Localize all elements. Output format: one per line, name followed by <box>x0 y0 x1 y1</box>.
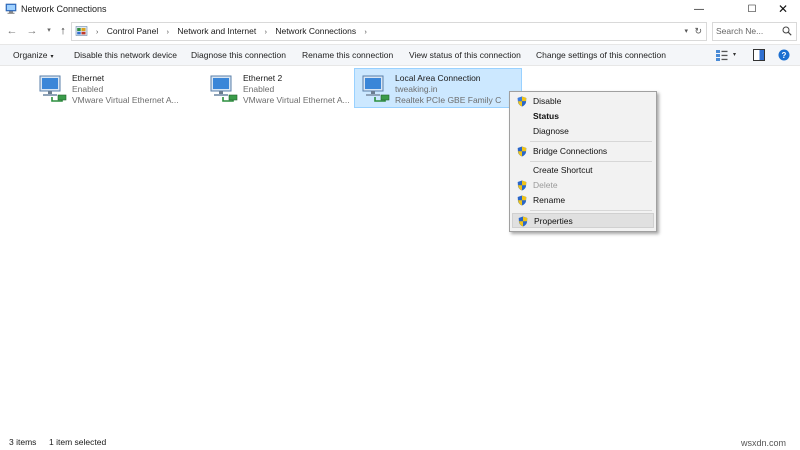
menu-item-label: Disable <box>533 96 562 106</box>
preview-pane-icon[interactable] <box>752 48 766 62</box>
connection-item-ethernet[interactable]: Ethernet Enabled VMware Virtual Ethernet… <box>32 69 192 107</box>
minimize-button[interactable]: — <box>682 0 716 19</box>
organize-label: Organize <box>13 50 48 60</box>
breadcrumb-network-connections[interactable]: Network Connections <box>275 23 356 40</box>
organize-chevron-down-icon: ▾ <box>50 54 54 60</box>
item-count: 3 items <box>9 437 37 447</box>
help-icon[interactable]: ? <box>778 48 790 62</box>
menu-item-disable[interactable]: Disable <box>512 94 654 109</box>
breadcrumb-separator-icon[interactable]: › <box>265 24 267 41</box>
menu-separator <box>530 210 652 211</box>
search-input[interactable] <box>716 24 778 37</box>
up-arrow-icon[interactable]: ↑ <box>56 24 70 38</box>
address-dropdown-chevron-icon[interactable]: ▾ <box>684 23 688 40</box>
watermark: wsxdn.com <box>741 438 787 448</box>
connection-name: Ethernet <box>72 73 105 83</box>
svg-text:?: ? <box>782 51 787 60</box>
connections-list: Ethernet Enabled VMware Virtual Ethernet… <box>0 64 800 434</box>
menu-item-diagnose[interactable]: Diagnose <box>512 124 654 139</box>
navigation-bar: ← → ▾ ↑ › Control Panel › Network and In… <box>0 19 800 43</box>
search-box[interactable] <box>712 22 797 41</box>
menu-separator <box>530 161 652 162</box>
connection-device: Realtek PCIe GBE Family C <box>395 95 502 105</box>
command-bar: Organize ▾ Disable this network device Di… <box>0 44 800 66</box>
connection-status: Enabled <box>243 84 275 94</box>
connection-item-ethernet-2[interactable]: Ethernet 2 Enabled VMware Virtual Ethern… <box>203 69 363 107</box>
network-adapter-icon <box>39 75 67 102</box>
status-bar: 3 items 1 item selected <box>0 434 800 450</box>
uac-shield-icon <box>518 216 528 227</box>
connection-status: Enabled <box>72 84 104 94</box>
uac-shield-icon <box>517 180 527 191</box>
close-button[interactable]: ✕ <box>766 0 800 19</box>
menu-item-label: Diagnose <box>533 126 569 136</box>
network-adapter-icon <box>362 75 390 102</box>
connection-name: Local Area Connection <box>395 73 481 83</box>
network-adapter-icon <box>210 75 238 102</box>
view-status-button[interactable]: View status of this connection <box>409 45 521 65</box>
maximize-button[interactable]: ☐ <box>735 0 769 19</box>
change-view-icon[interactable] <box>715 48 729 62</box>
uac-shield-icon <box>517 96 527 107</box>
menu-item-label: Bridge Connections <box>533 146 608 156</box>
breadcrumb-network-and-internet[interactable]: Network and Internet <box>177 23 256 40</box>
connection-device: VMware Virtual Ethernet A... <box>243 95 350 105</box>
recent-locations-chevron-icon[interactable]: ▾ <box>42 24 56 38</box>
change-settings-button[interactable]: Change settings of this connection <box>536 45 666 65</box>
context-menu: Disable Status Diagnose Bridge Connectio… <box>509 91 657 232</box>
breadcrumb-separator-icon: › <box>96 29 99 36</box>
breadcrumb-separator-icon[interactable]: › <box>167 24 169 41</box>
diagnose-button[interactable]: Diagnose this connection <box>191 45 286 65</box>
window-title: Network Connections <box>21 4 107 14</box>
forward-arrow-icon[interactable]: → <box>25 24 39 38</box>
menu-item-status[interactable]: Status <box>512 109 654 124</box>
menu-item-properties[interactable]: Properties <box>512 213 654 228</box>
selection-count: 1 item selected <box>49 437 107 447</box>
network-connections-app-icon <box>5 3 17 14</box>
view-options-chevron-down-icon[interactable]: ▾ <box>733 48 741 62</box>
breadcrumb-control-panel[interactable]: Control Panel <box>107 23 159 40</box>
back-arrow-icon[interactable]: ← <box>5 24 19 38</box>
uac-shield-icon <box>517 195 527 206</box>
organize-button[interactable]: Organize ▾ <box>13 45 54 65</box>
search-icon[interactable] <box>782 26 792 36</box>
menu-separator <box>530 141 652 142</box>
menu-item-label: Delete <box>533 180 558 190</box>
refresh-icon[interactable]: ↻ <box>694 23 702 40</box>
control-panel-icon <box>75 26 88 36</box>
menu-item-label: Rename <box>533 195 566 205</box>
menu-item-label: Status <box>533 111 559 121</box>
connection-device: VMware Virtual Ethernet A... <box>72 95 179 105</box>
menu-item-label: Properties <box>534 216 573 226</box>
disable-device-button[interactable]: Disable this network device <box>74 45 177 65</box>
uac-shield-icon <box>517 146 527 157</box>
breadcrumb: › Control Panel › Network and Internet ›… <box>90 23 373 40</box>
menu-item-rename[interactable]: Rename <box>512 193 654 208</box>
rename-button[interactable]: Rename this connection <box>302 45 393 65</box>
menu-item-create-shortcut[interactable]: Create Shortcut <box>512 163 654 178</box>
connection-name: Ethernet 2 <box>243 73 283 83</box>
menu-item-delete: Delete <box>512 178 654 193</box>
connection-status: tweaking.in <box>395 84 438 94</box>
connection-item-local-area-connection[interactable]: Local Area Connection tweaking.in Realte… <box>354 68 522 108</box>
menu-item-bridge-connections[interactable]: Bridge Connections <box>512 144 654 159</box>
address-bar[interactable]: › Control Panel › Network and Internet ›… <box>71 22 707 41</box>
menu-item-label: Create Shortcut <box>533 165 593 175</box>
title-bar: Network Connections — ☐ ✕ <box>0 0 800 19</box>
breadcrumb-separator-icon[interactable]: › <box>365 24 367 41</box>
